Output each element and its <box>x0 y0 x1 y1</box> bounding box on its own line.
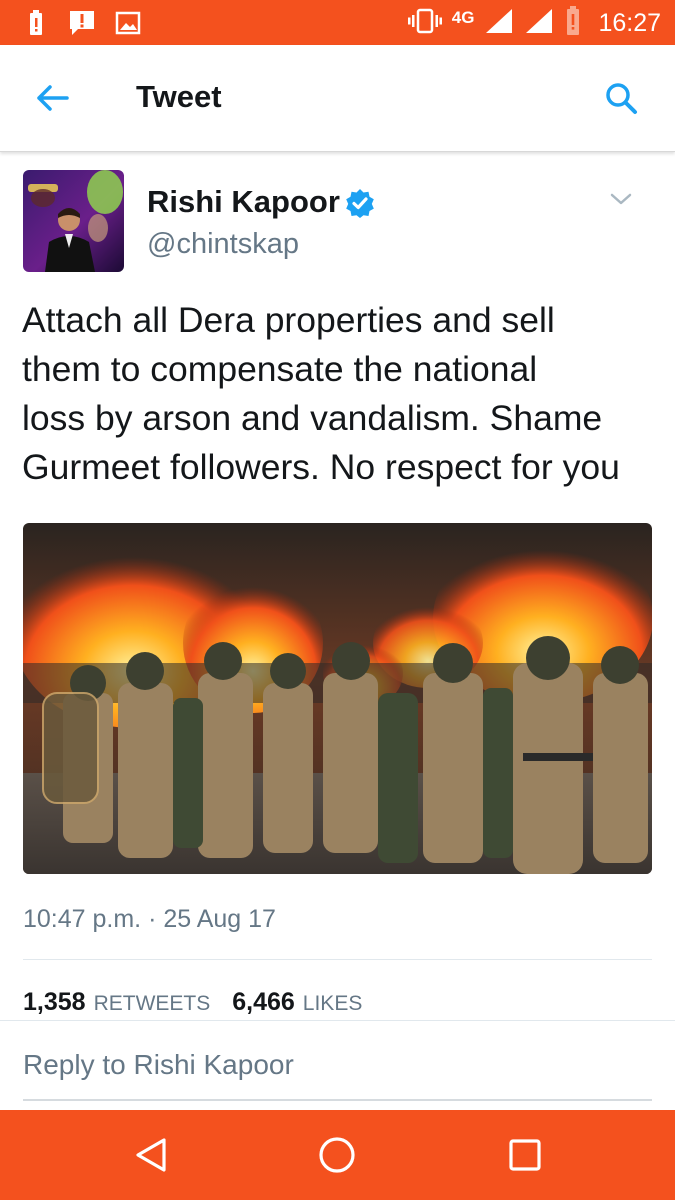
divider <box>23 959 652 960</box>
home-circle-icon <box>319 1137 355 1173</box>
chevron-down-icon <box>610 193 632 205</box>
author-name[interactable]: Rishi Kapoor <box>147 184 340 220</box>
battery-low-icon <box>564 5 582 41</box>
retweets-count: 1,358 <box>23 988 86 1016</box>
tweet-options-button[interactable] <box>606 188 636 210</box>
status-time: 16:27 <box>598 8 661 37</box>
likes-label: LIKES <box>302 992 363 1015</box>
navigation-bar <box>0 1110 675 1200</box>
retweets-stat[interactable]: 1,358 RETWEETS <box>23 988 210 1017</box>
app-bar: Tweet <box>0 45 675 152</box>
recents-square-icon <box>509 1139 541 1171</box>
nav-recents-button[interactable] <box>500 1130 550 1180</box>
tweet-text: Attach all Dera properties and sell them… <box>22 300 620 487</box>
divider <box>0 1020 675 1021</box>
image-notification-icon <box>114 9 142 37</box>
tweet-timestamp: 10:47 p.m. · 25 Aug 17 <box>23 905 276 933</box>
signal-icon <box>524 7 554 40</box>
signal-icon <box>484 7 514 40</box>
tweet-media-image[interactable] <box>23 523 652 874</box>
author-handle[interactable]: @chintskap <box>147 228 299 261</box>
likes-stat[interactable]: 6,466 LIKES <box>232 988 362 1017</box>
network-type: 4G <box>451 8 475 27</box>
back-arrow-icon <box>37 85 69 111</box>
battery-alert-icon <box>22 9 50 37</box>
back-button[interactable] <box>30 79 74 117</box>
tweet-stats: 1,358 RETWEETS 6,466 LIKES <box>23 988 362 1017</box>
search-button[interactable] <box>598 75 644 121</box>
reply-input-underline <box>23 1099 652 1101</box>
nav-home-button[interactable] <box>312 1130 362 1180</box>
search-icon <box>606 83 637 114</box>
vibrate-icon <box>407 8 442 39</box>
back-triangle-icon <box>136 1138 166 1172</box>
avatar[interactable] <box>23 170 124 272</box>
status-bar: 4G 16:27 <box>0 0 675 45</box>
nav-back-button[interactable] <box>126 1130 176 1180</box>
reply-input[interactable]: Reply to Rishi Kapoor <box>23 1049 294 1081</box>
page-title: Tweet <box>136 79 222 114</box>
likes-count: 6,466 <box>232 988 295 1016</box>
verified-badge-icon <box>346 189 374 218</box>
notification-alert-icon <box>68 9 96 37</box>
retweets-label: RETWEETS <box>93 992 211 1015</box>
